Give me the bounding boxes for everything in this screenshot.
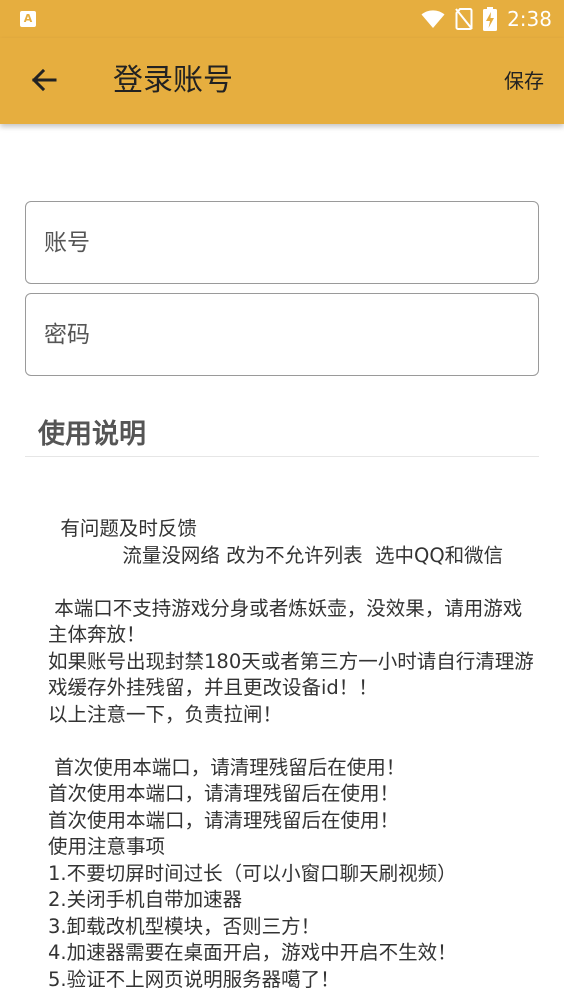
arrow-left-icon (31, 68, 57, 92)
password-field[interactable] (25, 293, 539, 376)
save-button[interactable]: 保存 (504, 68, 544, 94)
status-icons: 2:38 (421, 0, 552, 38)
account-input[interactable] (26, 202, 538, 283)
app-bar: 登录账号 保存 (0, 38, 564, 124)
battery-charging-icon (483, 7, 498, 31)
instructions-text: 有问题及时反馈 流量没网络 改为不允许列表 选中QQ和微信 本端口不支持游戏分身… (48, 517, 534, 991)
a-app-icon: A (20, 11, 36, 27)
password-input[interactable] (26, 294, 538, 375)
page-title: 登录账号 (113, 63, 233, 98)
status-bar: A 2:38 (0, 0, 564, 38)
instructions-heading: 使用说明 (38, 419, 146, 450)
status-time: 2:38 (507, 7, 552, 31)
wifi-icon (421, 10, 445, 28)
no-sim-icon (455, 8, 473, 30)
back-button[interactable] (24, 60, 64, 100)
account-field[interactable] (25, 201, 539, 284)
divider (25, 456, 539, 457)
